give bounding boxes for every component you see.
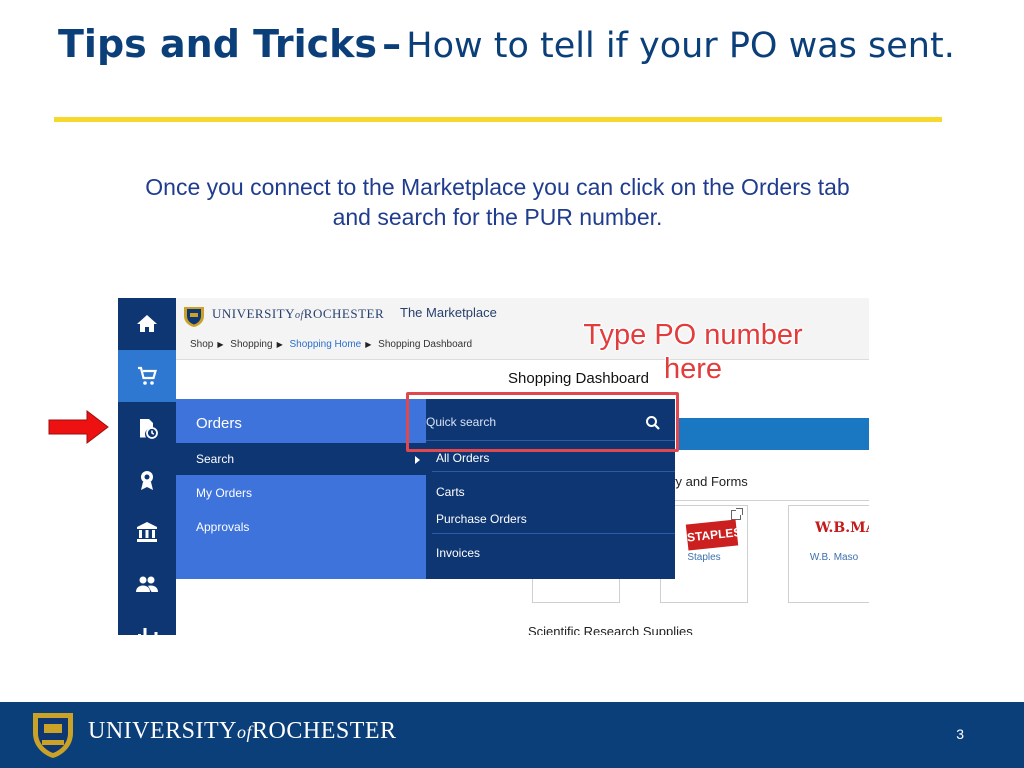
- page-number: 3: [956, 726, 964, 742]
- university-wordmark: UNIVERSITYofROCHESTER: [212, 306, 384, 322]
- callout-line-2: here: [663, 353, 723, 385]
- submenu-all-orders[interactable]: All Orders: [436, 451, 489, 465]
- menu-item-label: Search: [196, 452, 235, 466]
- award-icon: [141, 471, 153, 490]
- pointer-arrow-icon: [48, 409, 109, 445]
- breadcrumb-separator-icon: ▶: [365, 340, 372, 349]
- subtitle-line-1: Once you connect to the Marketplace you …: [145, 174, 850, 200]
- university-seal-icon: [184, 307, 204, 327]
- nav-orders[interactable]: [118, 402, 176, 454]
- footer-wordmark: UNIVERSITYofROCHESTER: [88, 718, 397, 745]
- brand-post: ROCHESTER: [303, 306, 385, 321]
- title-underline: [54, 117, 942, 122]
- callout-text: Type PO number here: [563, 318, 823, 386]
- orders-menu: Orders Search My Orders Approvals: [176, 399, 426, 579]
- quick-search-highlight: [406, 392, 679, 452]
- nav-institution[interactable]: [118, 506, 176, 558]
- menu-item-search[interactable]: Search: [176, 443, 426, 475]
- submenu-carts[interactable]: Carts: [436, 485, 465, 499]
- chart-icon: [138, 628, 158, 635]
- breadcrumb-separator-icon: ▶: [276, 340, 283, 349]
- supplier-label: W.B. Maso: [809, 552, 859, 563]
- menu-item-approvals[interactable]: Approvals: [176, 511, 426, 543]
- breadcrumb-shopping-home[interactable]: Shopping Home: [290, 339, 362, 350]
- breadcrumb-separator-icon: ▶: [217, 340, 224, 349]
- submenu-invoices[interactable]: Invoices: [436, 546, 480, 560]
- nav-reports[interactable]: [118, 610, 176, 635]
- nav-home[interactable]: [118, 298, 176, 350]
- wbmason-logo: W.B.MASON: [815, 520, 869, 536]
- slide-title: Tips and Tricks – How to tell if your PO…: [58, 16, 958, 80]
- slide-subtitle: Once you connect to the Marketplace you …: [80, 172, 915, 232]
- callout-line-1: Type PO number: [583, 319, 803, 351]
- brand-of: of: [295, 310, 304, 321]
- nav-shop[interactable]: [118, 350, 176, 402]
- nav-awards[interactable]: [118, 454, 176, 506]
- nav-people[interactable]: [118, 558, 176, 610]
- orders-menu-heading: Orders: [196, 415, 242, 432]
- dashboard-banner: [676, 418, 869, 450]
- footer-brand-of: of: [237, 722, 253, 742]
- chevron-right-icon: [415, 456, 420, 464]
- nav-rail: [118, 298, 176, 635]
- breadcrumb-shopping[interactable]: Shopping: [230, 339, 272, 350]
- title-dash: –: [382, 22, 402, 66]
- supplier-tile-wbmason[interactable]: W.B.MASON W.B. Maso: [788, 505, 869, 603]
- cart-icon: [138, 366, 157, 385]
- breadcrumb-shopping-dashboard: Shopping Dashboard: [378, 339, 473, 350]
- breadcrumb-shop[interactable]: Shop: [190, 339, 213, 350]
- submenu-purchase-orders[interactable]: Purchase Orders: [436, 512, 527, 526]
- section-heading-forms: ery and Forms: [664, 474, 748, 489]
- section-heading-science: Scientific Research Supplies: [528, 624, 693, 635]
- submenu-divider: [432, 533, 675, 534]
- menu-item-my-orders[interactable]: My Orders: [176, 477, 426, 509]
- marketplace-title: The Marketplace: [400, 305, 497, 320]
- brand-pre: UNIVERSITY: [212, 306, 295, 321]
- home-icon: [137, 315, 157, 332]
- footer-brand-pre: UNIVERSITY: [88, 718, 237, 744]
- university-seal-icon: [33, 713, 73, 758]
- marketplace-screenshot: UNIVERSITYofROCHESTER The Marketplace Sh…: [118, 298, 869, 635]
- menu-item-label: Approvals: [196, 520, 250, 534]
- menu-item-label: My Orders: [196, 486, 253, 500]
- slide-footer: UNIVERSITYofROCHESTER 3: [0, 702, 1024, 768]
- submenu-divider: [432, 471, 675, 472]
- title-bold: Tips and Tricks: [58, 22, 378, 66]
- staples-logo: STAPLES: [685, 519, 742, 551]
- orders-icon: [140, 419, 158, 439]
- footer-brand-post: ROCHESTER: [252, 718, 397, 744]
- people-icon: [136, 576, 158, 592]
- title-rest: How to tell if your PO was sent.: [406, 26, 955, 66]
- bank-icon: [137, 522, 157, 542]
- subtitle-line-2: and search for the PUR number.: [332, 204, 663, 230]
- breadcrumb: Shop ▶ Shopping ▶ Shopping Home ▶ Shopping …: [190, 339, 476, 350]
- external-link-icon: [731, 508, 743, 520]
